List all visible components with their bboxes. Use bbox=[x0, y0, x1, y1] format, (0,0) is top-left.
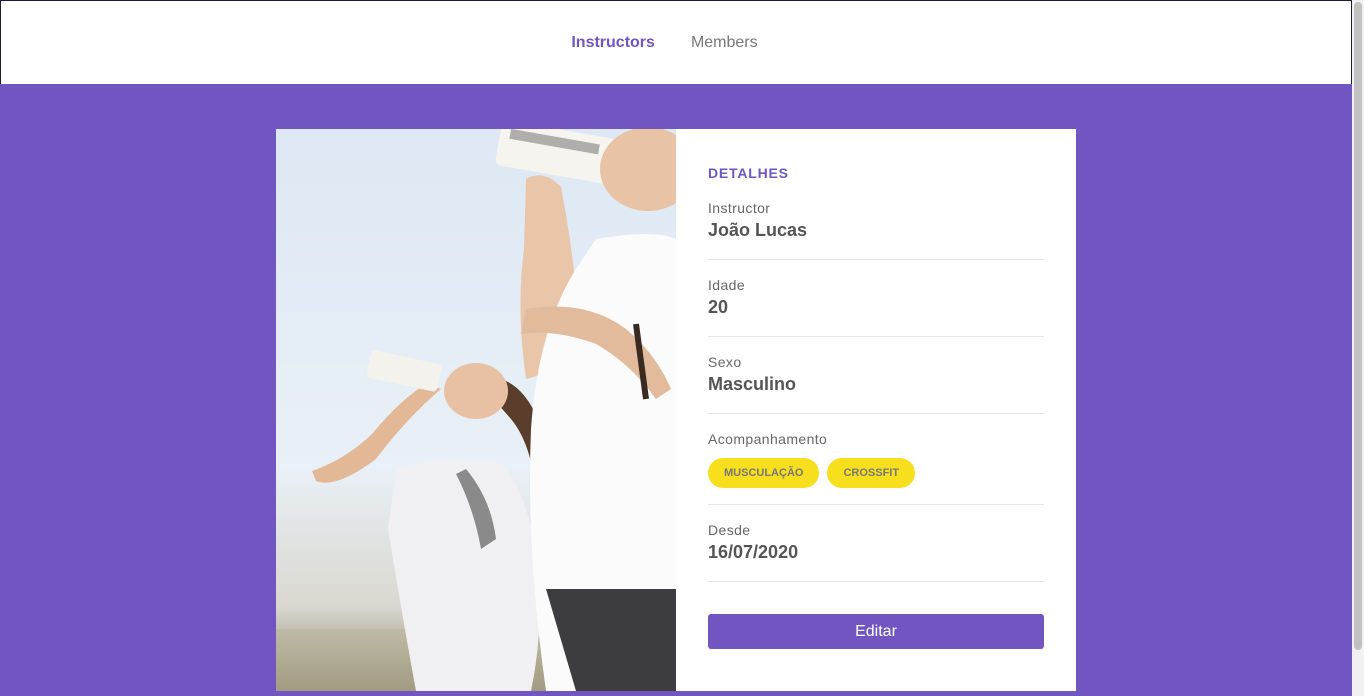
main-nav: Instructors Members bbox=[571, 34, 757, 52]
instructor-card: DETALHES Instructor João Lucas Idade 20 … bbox=[276, 129, 1076, 691]
instructor-photo bbox=[276, 129, 676, 691]
field-desde: Desde 16/07/2020 bbox=[708, 521, 1044, 582]
edit-button[interactable]: Editar bbox=[708, 614, 1044, 649]
field-value: 16/07/2020 bbox=[708, 542, 799, 562]
field-idade: Idade 20 bbox=[708, 276, 1044, 337]
field-label: Sexo bbox=[708, 354, 742, 370]
scrollbar-thumb[interactable] bbox=[1354, 2, 1362, 650]
photo-illustration bbox=[276, 129, 676, 691]
nav-link-members[interactable]: Members bbox=[691, 34, 758, 52]
field-label: Desde bbox=[708, 522, 751, 538]
field-label: Acompanhamento bbox=[708, 431, 828, 447]
field-instructor: Instructor João Lucas bbox=[708, 199, 1044, 260]
tag-list: MUSCULAÇÃO CROSSFIT bbox=[708, 458, 1044, 488]
field-sexo: Sexo Masculino bbox=[708, 353, 1044, 414]
field-value: 20 bbox=[708, 297, 729, 317]
details-heading: DETALHES bbox=[708, 165, 789, 181]
field-label: Idade bbox=[708, 277, 746, 293]
tag-musculacao: MUSCULAÇÃO bbox=[708, 458, 820, 488]
tag-crossfit: CROSSFIT bbox=[827, 458, 916, 488]
page-scrollbar[interactable] bbox=[1352, 0, 1364, 696]
top-navbar: Instructors Members bbox=[0, 0, 1352, 84]
details-panel: DETALHES Instructor João Lucas Idade 20 … bbox=[676, 129, 1076, 691]
field-value: João Lucas bbox=[708, 220, 808, 240]
field-acompanhamento: Acompanhamento MUSCULAÇÃO CROSSFIT bbox=[708, 430, 1044, 505]
field-value: Masculino bbox=[708, 374, 797, 394]
field-label: Instructor bbox=[708, 200, 771, 216]
nav-link-instructors[interactable]: Instructors bbox=[571, 34, 655, 52]
